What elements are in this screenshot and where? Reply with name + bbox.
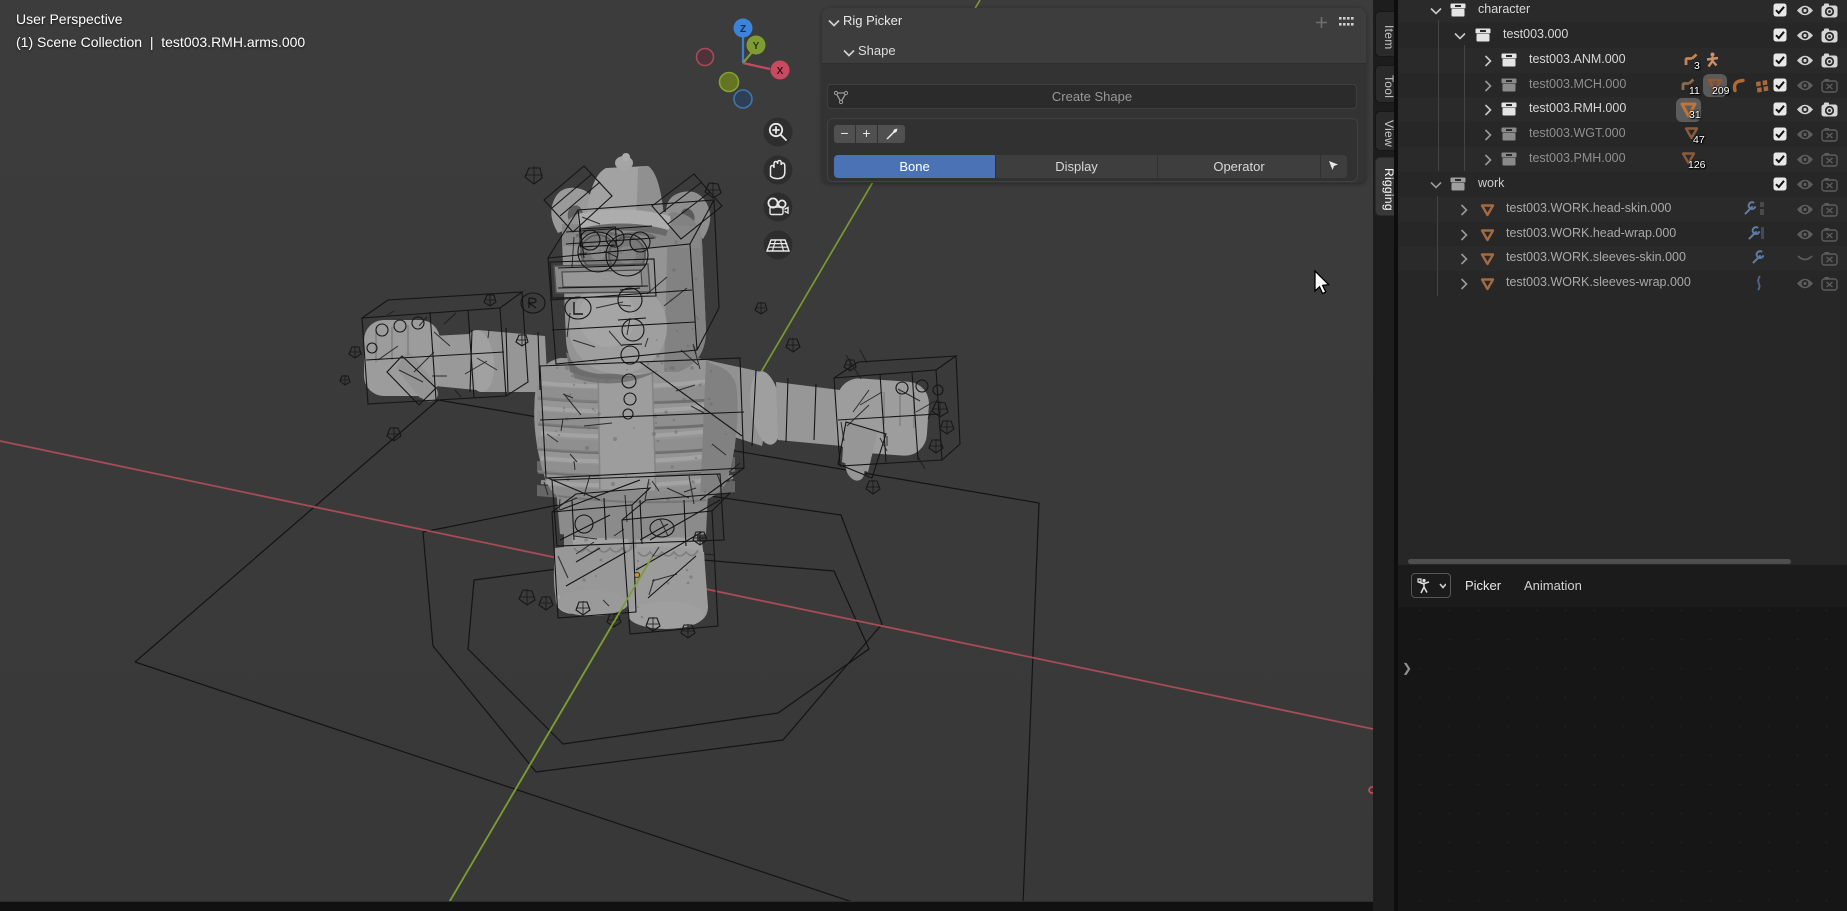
svg-text:X: X — [777, 66, 784, 77]
svg-text:Z: Z — [740, 24, 746, 35]
svg-text:Y: Y — [753, 41, 760, 52]
